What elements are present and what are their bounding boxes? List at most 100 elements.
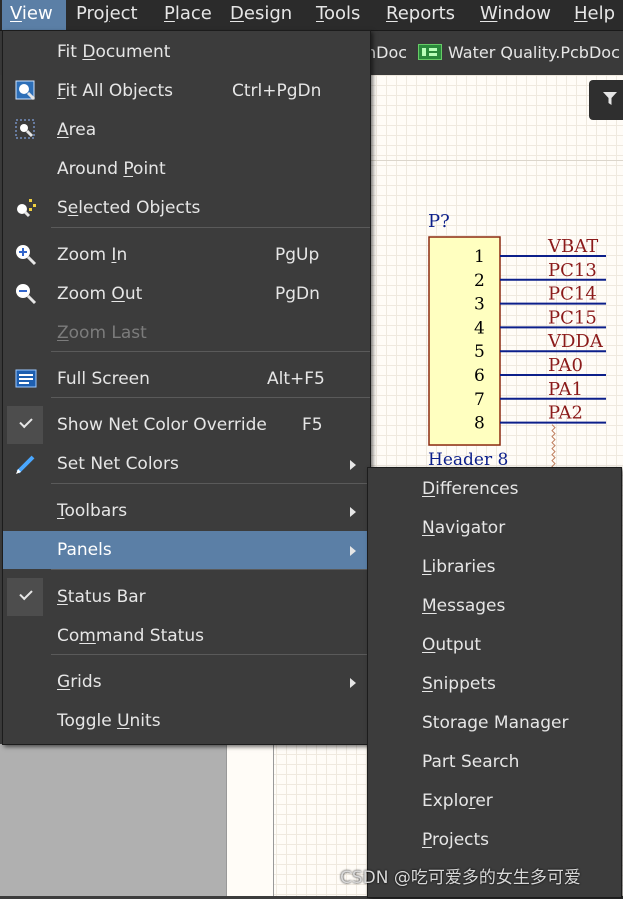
menu-reports[interactable]: Reports (378, 0, 470, 30)
filter-button[interactable] (589, 80, 623, 120)
net-label[interactable]: PC13 (548, 260, 597, 281)
label-part: it All Objects (65, 81, 174, 101)
menu-design[interactable]: Design (222, 0, 306, 30)
shortcut-label: F5 (302, 415, 323, 435)
menu-item-label: Area (57, 111, 96, 149)
panels-menu-item-explorer[interactable]: Explorer (368, 782, 621, 821)
pin-number: 2 (474, 271, 485, 291)
view-menu-item-command-status[interactable]: Command Status (3, 617, 370, 655)
menu-window[interactable]: Window (472, 0, 564, 30)
accelerator-key: S (57, 587, 68, 607)
net-label[interactable]: PA0 (548, 355, 583, 376)
menu-help[interactable]: Help (566, 0, 622, 30)
panels-menu-item-output[interactable]: Output (368, 626, 621, 665)
accelerator-key: m (79, 626, 96, 646)
panels-menu-item-messages[interactable]: Messages (368, 587, 621, 626)
menu-project[interactable]: Project (68, 0, 154, 30)
view-menu-item-zoom-out[interactable]: Zoom Out PgDn (3, 275, 370, 313)
accelerator-key: e (67, 198, 79, 218)
accelerator-key: F (57, 81, 66, 101)
component-designator[interactable]: P? (428, 211, 450, 232)
view-menu-item-panels[interactable]: Panels (3, 531, 370, 569)
menu-item-label: Toolbars (57, 492, 127, 530)
label-part: utput (435, 635, 482, 655)
panels-menu-item-projects[interactable]: Projects (368, 821, 621, 860)
label-part: essages (436, 596, 506, 616)
view-menu-item-toggle-units[interactable]: Toggle Units (3, 702, 370, 740)
pen-icon (11, 445, 41, 483)
view-menu-item-zoom-last[interactable]: Zoom Last (3, 314, 370, 352)
view-menu-item-full-screen[interactable]: Full Screen Alt+F5 (3, 360, 370, 398)
label-part: mand Status (95, 626, 204, 646)
icon-slot (11, 314, 41, 352)
pcb-document-icon (418, 44, 442, 60)
document-tab-partial[interactable]: hDoc (366, 39, 406, 67)
label-part: ocument (95, 42, 171, 62)
shortcut-label: PgDn (275, 284, 320, 304)
menu-label-part: ect (109, 3, 138, 24)
view-menu-item-fit-document[interactable]: Fit Document (3, 33, 370, 71)
menu-item-label: Around Point (57, 150, 166, 188)
net-label[interactable]: PC14 (548, 284, 597, 305)
label-part: S (57, 198, 68, 218)
label-part: Show Net Color Override (57, 415, 267, 435)
checkmark-glyph (19, 414, 33, 429)
label-part: rea (68, 120, 97, 140)
label-part: nits (129, 711, 161, 731)
panels-menu-item-navigator[interactable]: Navigator (368, 509, 621, 548)
accelerator-key: N (422, 518, 435, 538)
label-part: oint (133, 159, 166, 179)
menu-item-label: Panels (57, 531, 112, 569)
menu-label-part: Pro (76, 3, 105, 24)
net-label[interactable]: PA1 (548, 379, 583, 400)
view-menu-item-around-point[interactable]: Around Point (3, 150, 370, 188)
view-menu-item-selected-objects[interactable]: Selected Objects (3, 189, 370, 227)
menu-item-label: Differences (422, 470, 519, 509)
panels-menu-item-differences[interactable]: Differences (368, 470, 621, 509)
net-label[interactable]: VBAT (547, 236, 598, 257)
menu-label-part: W (480, 3, 498, 24)
label-part: oom Last (68, 323, 147, 343)
wire-stub (551, 424, 556, 473)
menu-tools[interactable]: Tools (308, 0, 376, 30)
accelerator-key: T (57, 501, 65, 521)
icon-slot (11, 33, 41, 71)
view-menu-item-area[interactable]: Area (3, 111, 370, 149)
panels-menu-item-libraries[interactable]: Libraries (368, 548, 621, 587)
pin-number: 4 (474, 318, 485, 338)
icon-slot (11, 531, 41, 569)
shortcut-label: PgUp (275, 245, 320, 265)
menu-item-label: Zoom Last (57, 314, 147, 352)
menu-place[interactable]: Place (156, 0, 220, 30)
label-part: Around (57, 159, 124, 179)
document-tab-water-quality[interactable]: Water Quality.PcbDoc (418, 39, 620, 67)
menu-view[interactable]: View (2, 0, 66, 30)
panels-menu-item-part-search[interactable]: Part Search (368, 743, 621, 782)
menu-item-label: Navigator (422, 509, 505, 548)
view-menu-item-show-net-color-override[interactable]: Show Net Color Override F5 (3, 406, 370, 444)
label-part: er (475, 791, 493, 811)
view-menu-item-toolbars[interactable]: Toolbars (3, 492, 370, 530)
view-menu-item-zoom-in[interactable]: Zoom In PgUp (3, 236, 370, 274)
menu-label-part: R (386, 3, 398, 24)
view-menu-item-status-bar[interactable]: Status Bar (3, 578, 370, 616)
menu-item-label: Part Search (422, 743, 519, 782)
menu-separator (51, 483, 370, 484)
label-part: Storage Manager (422, 713, 569, 733)
icon-slot (11, 663, 41, 701)
view-menu-item-grids[interactable]: Grids (3, 663, 370, 701)
view-menu-item-fit-all-objects[interactable]: Fit All Objects Ctrl+PgDn (3, 72, 370, 110)
zoom-out-icon (11, 275, 41, 313)
component-body[interactable] (428, 236, 501, 446)
view-menu-item-set-net-colors[interactable]: Set Net Colors (3, 445, 370, 483)
label-part: Zoom (57, 245, 112, 265)
selected-objects-icon (11, 189, 41, 227)
pin-number: 7 (474, 390, 485, 410)
panels-menu-item-snippets[interactable]: Snippets (368, 665, 621, 704)
net-label[interactable]: PC15 (548, 307, 597, 328)
net-label[interactable]: VDDA (547, 331, 604, 352)
menu-item-label: Snippets (422, 665, 496, 704)
menu-item-label: Zoom In (57, 236, 127, 274)
net-label[interactable]: PA2 (548, 403, 583, 424)
panels-menu-item-storage-manager[interactable]: Storage Manager (368, 704, 621, 743)
